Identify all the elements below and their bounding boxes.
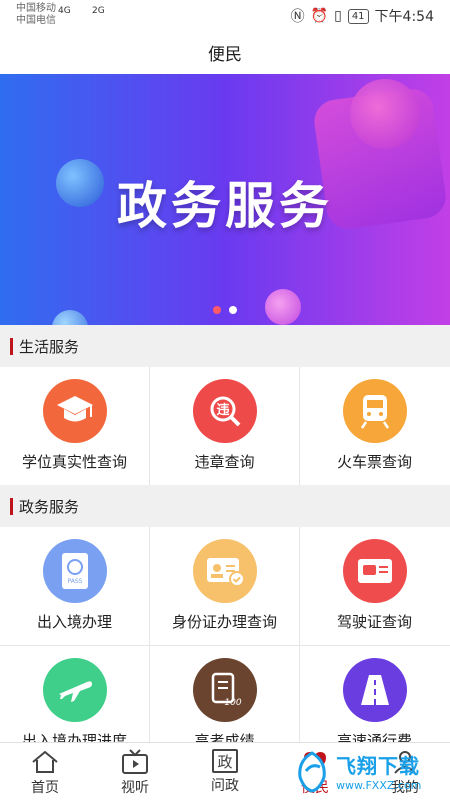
passport-icon: PASS [42,539,107,603]
id-card-icon [192,539,257,603]
svg-text:违: 违 [216,402,229,418]
tab-home[interactable]: 首页 [0,743,90,801]
service-degree-verify[interactable]: 学位真实性查询 [0,367,149,485]
home-icon [32,750,58,773]
tab-ask-gov[interactable]: 政 问政 [180,743,270,801]
section-title: 政务服务 [19,497,80,516]
banner-bubble [350,79,420,149]
watermark: 飞翔下载 www.FXXZ.com [292,742,442,800]
tv-icon [122,749,148,774]
carousel-indicator [0,306,450,314]
service-label: 违章查询 [194,453,255,471]
service-label: 火车票查询 [336,453,412,471]
divider [149,527,150,742]
ask-gov-icon: 政 [212,749,238,773]
service-label: 出入境办理 [36,613,112,631]
service-label: 驾驶证查询 [336,613,412,631]
battery-level: 41 [347,8,369,24]
tab-media[interactable]: 视听 [90,743,180,801]
service-label: 高考成绩 [194,732,255,742]
service-label: 出入境办理进度 [21,732,127,742]
service-highway-toll[interactable]: 高速通行费 [300,646,449,742]
carousel-dot[interactable] [229,306,237,314]
service-label: 高速通行费 [336,732,412,742]
train-icon [342,379,407,443]
banner-carousel[interactable]: 政务服务 [0,74,450,325]
vibrate-icon: ▯ [334,8,342,24]
service-exit-entry[interactable]: PASS 出入境办理 [0,527,149,645]
watermark-logo-icon [298,751,326,793]
service-label: 学位真实性查询 [21,453,127,471]
divider [149,367,150,485]
service-id-card[interactable]: 身份证办理查询 [150,527,299,645]
section-title: 生活服务 [19,337,80,356]
service-label: 身份证办理查询 [171,613,277,631]
divider [299,527,300,742]
section-header-life: 生活服务 [0,325,450,367]
svg-text:PASS: PASS [67,578,82,585]
violation-search-icon: 违 [192,379,257,443]
status-bar: 中国移动 中国电信 4G 2G Ⓝ ⏰ ▯ 41 下午4:54 [0,0,450,30]
nfc-icon: Ⓝ [290,9,305,25]
exam-score-icon: 100 [192,658,257,722]
graduation-cap-icon [42,379,107,443]
watermark-url: www.FXXZ.com [336,779,422,792]
service-driver-license[interactable]: 驾驶证查询 [300,527,449,645]
carrier-info: 中国移动 中国电信 [16,3,56,27]
service-exam-score[interactable]: 100 高考成绩 [150,646,299,742]
watermark-text: 飞翔下载 [336,754,420,778]
ask-gov-glyph: 政 [217,752,233,771]
banner-title: 政务服务 [117,177,333,235]
driver-license-icon [342,539,407,603]
network-4g-label: 4G [58,6,71,16]
section-marker [10,337,13,355]
carrier-2: 中国电信 [16,15,56,26]
gov-services-grid: PASS 出入境办理 身份证办理查询 驾驶证查询 出入境办理进度 100 高考成… [0,527,450,742]
service-train-ticket[interactable]: 火车票查询 [300,367,449,485]
tab-label: 首页 [31,780,59,796]
svg-text:100: 100 [224,698,241,708]
section-marker [10,497,13,515]
life-services-grid: 学位真实性查询 违 违章查询 火车票查询 [0,367,450,485]
service-traffic-violation[interactable]: 违 违章查询 [150,367,299,485]
divider [0,645,450,646]
service-exit-entry-progress[interactable]: 出入境办理进度 [0,646,149,742]
tab-label: 视听 [121,780,149,796]
tab-label: 问政 [211,778,239,794]
divider [299,367,300,485]
carrier-1: 中国移动 [16,3,56,14]
section-header-gov: 政务服务 [0,485,450,527]
page-title: 便民 [208,44,242,65]
network-2g-label: 2G [92,6,105,16]
alarm-icon: ⏰ [310,8,329,24]
carousel-dot-active[interactable] [213,306,221,314]
page-header: 便民 [0,30,450,74]
clock: 下午4:54 [374,9,434,25]
airplane-icon [42,658,107,722]
highway-icon [342,658,407,722]
